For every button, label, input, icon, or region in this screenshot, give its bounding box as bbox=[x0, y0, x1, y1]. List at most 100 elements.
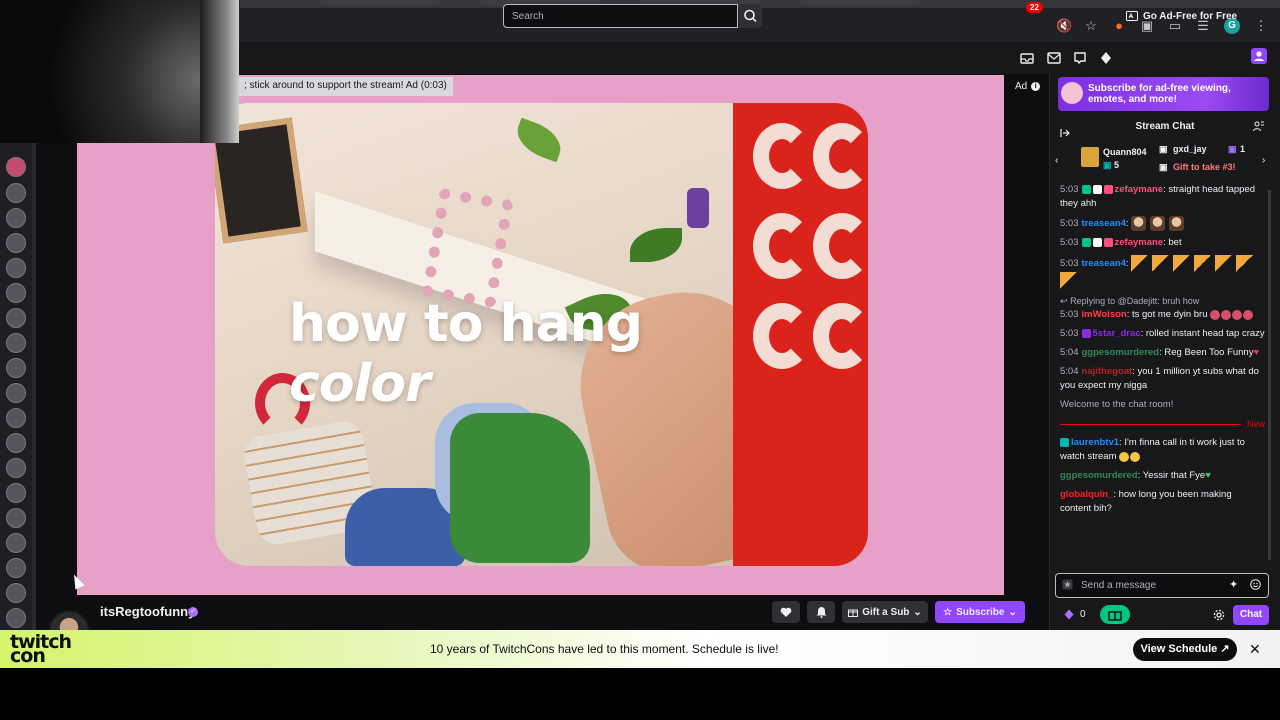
channel-avatar[interactable] bbox=[6, 608, 26, 628]
chat-message: 5:03 treasean4: bbox=[1060, 255, 1265, 290]
face-emote-icon bbox=[1131, 216, 1147, 231]
chat-message: ↩ Replying to @Dadejitt: bruh how 5:03 im… bbox=[1060, 294, 1265, 322]
channel-avatar[interactable] bbox=[6, 183, 26, 203]
hype-icon[interactable]: ✦ bbox=[1229, 578, 1238, 591]
gift-cta-icon: ▣ bbox=[1159, 162, 1168, 172]
message-user[interactable]: ggpesomurdered bbox=[1082, 347, 1160, 358]
chat-scrollbar[interactable] bbox=[1268, 190, 1271, 560]
chat-send-button[interactable]: Chat bbox=[1233, 605, 1269, 625]
message-time: 5:03 bbox=[1060, 258, 1079, 270]
chat-message-list[interactable]: 5:03 zefaymane: straight head tapped they… bbox=[1060, 183, 1265, 568]
gift-a-sub-button[interactable]: Gift a Sub ⌄ bbox=[842, 601, 928, 623]
channel-points-count: 0 bbox=[1080, 609, 1086, 620]
channel-avatar[interactable] bbox=[6, 458, 26, 478]
inbox-icon[interactable] bbox=[1020, 51, 1034, 65]
message-user[interactable]: globalquin_ bbox=[1060, 489, 1113, 500]
channel-avatar[interactable] bbox=[6, 483, 26, 503]
chat-bubble-icon[interactable] bbox=[1073, 51, 1087, 65]
channel-avatar[interactable] bbox=[6, 233, 26, 253]
channel-avatar[interactable] bbox=[6, 533, 26, 553]
channel-avatar[interactable] bbox=[6, 383, 26, 403]
gift-cta[interactable]: Gift to take #3! bbox=[1173, 162, 1236, 172]
chat-message: 5:03 5star_drac: rolled instant head tap … bbox=[1060, 327, 1265, 341]
emote-picker-icon[interactable] bbox=[1250, 579, 1261, 590]
green-knit bbox=[450, 413, 590, 563]
channel-avatar[interactable] bbox=[6, 583, 26, 603]
gift-icon bbox=[848, 609, 859, 617]
message-text: : Reg Been Too Funny bbox=[1159, 347, 1254, 359]
channel-avatar[interactable] bbox=[6, 408, 26, 428]
bell-icon bbox=[816, 607, 826, 618]
view-schedule-button[interactable]: View Schedule ↗ bbox=[1133, 638, 1237, 661]
promo-text: Subscribe for ad-free viewing, emotes, a… bbox=[1088, 83, 1231, 105]
reply-context[interactable]: ↩ Replying to @Dadejitt: bruh how bbox=[1060, 294, 1265, 308]
close-icon[interactable]: ✕ bbox=[1249, 641, 1261, 658]
bookmark-star-icon[interactable]: ☆ bbox=[1084, 19, 1098, 33]
channel-avatar[interactable] bbox=[6, 508, 26, 528]
pizza-emote-icon bbox=[1194, 255, 1212, 273]
message-text: : rolled instant head tap crazy bbox=[1140, 328, 1265, 340]
channel-avatar[interactable] bbox=[6, 208, 26, 228]
webcam-highlight bbox=[200, 0, 239, 143]
search-button[interactable] bbox=[739, 4, 762, 28]
face-emote-icon bbox=[1169, 216, 1185, 231]
webcam-overlay bbox=[0, 0, 239, 143]
message-time: 5:04 bbox=[1060, 366, 1079, 378]
badge-icon bbox=[1103, 184, 1113, 194]
message-user[interactable]: imWoison bbox=[1082, 309, 1127, 320]
message-user[interactable]: 5star_drac bbox=[1093, 328, 1141, 339]
message-user[interactable]: ggpesomurdered bbox=[1060, 470, 1138, 481]
chevron-right-icon[interactable]: › bbox=[1262, 155, 1265, 166]
crown-icon[interactable] bbox=[1099, 51, 1113, 65]
chat-message: 5:04 ggpesomurdered: Reg Been Too Funny♥ bbox=[1060, 346, 1265, 360]
chat-message: ggpesomurdered: Yessir that Fye♥ bbox=[1060, 469, 1265, 483]
info-icon[interactable]: i bbox=[1031, 82, 1041, 91]
user-menu-icon[interactable] bbox=[1251, 48, 1267, 64]
chat-settings-gear-icon[interactable] bbox=[1213, 609, 1225, 621]
follow-heart-button[interactable] bbox=[772, 601, 800, 623]
channel-avatar[interactable] bbox=[6, 283, 26, 303]
gift-icon: ▣ bbox=[1159, 144, 1168, 154]
channel-avatar[interactable] bbox=[6, 308, 26, 328]
video-title-part2: color bbox=[289, 354, 431, 414]
channel-avatar[interactable] bbox=[6, 157, 26, 177]
channel-avatar[interactable] bbox=[6, 433, 26, 453]
chevron-left-icon[interactable]: ‹ bbox=[1055, 155, 1058, 166]
message-time: 5:03 bbox=[1060, 328, 1079, 340]
reply-icon: ↩ bbox=[1060, 296, 1068, 307]
message-user[interactable]: treasean4 bbox=[1082, 218, 1126, 229]
subscribe-button[interactable]: ☆ Subscribe ⌄ bbox=[935, 601, 1025, 623]
browser-tab[interactable] bbox=[800, 0, 920, 6]
message-user[interactable]: najithegoat bbox=[1082, 366, 1133, 377]
twitchcon-logo[interactable]: twitch con bbox=[10, 633, 72, 666]
channel-avatar[interactable] bbox=[6, 258, 26, 278]
community-icon[interactable] bbox=[1253, 120, 1265, 132]
message-user[interactable]: treasean4 bbox=[1082, 258, 1126, 269]
chevron-down-icon: ⌄ bbox=[913, 606, 922, 618]
channel-name[interactable]: itsRegtoofunny bbox=[100, 604, 195, 619]
message-user[interactable]: zefaymane bbox=[1115, 184, 1164, 195]
browser-tab[interactable] bbox=[320, 0, 440, 6]
extension-icon[interactable]: ● bbox=[1112, 19, 1126, 33]
message-user[interactable]: laurenbtv1 bbox=[1071, 437, 1119, 448]
channel-avatar[interactable] bbox=[6, 558, 26, 578]
gift-user2-count-icon: ▣ bbox=[1228, 144, 1237, 154]
red-panel-curl bbox=[813, 213, 868, 279]
bits-icon[interactable] bbox=[1062, 579, 1073, 590]
notification-bell-button[interactable] bbox=[807, 601, 835, 623]
ad-indicator[interactable]: Ad i bbox=[1015, 81, 1041, 92]
channel-avatar[interactable] bbox=[6, 358, 26, 378]
video-title-text: how to hang color bbox=[289, 294, 769, 414]
search-input[interactable]: Search bbox=[503, 4, 738, 28]
message-user[interactable]: zefaymane bbox=[1115, 237, 1164, 248]
channel-avatar[interactable] bbox=[6, 333, 26, 353]
leaf bbox=[511, 117, 567, 163]
channel-points-icon[interactable] bbox=[1064, 609, 1074, 620]
purple-hook bbox=[687, 188, 709, 228]
kebab-menu-icon[interactable]: ⋮ bbox=[1254, 19, 1268, 33]
pizza-emote-icon bbox=[1236, 255, 1254, 273]
go-ad-free-button[interactable]: Go Ad-Free for Free bbox=[1126, 8, 1237, 24]
mute-icon[interactable]: 🔇 bbox=[1056, 19, 1072, 33]
whispers-icon[interactable] bbox=[1047, 51, 1061, 65]
new-label: New bbox=[1246, 419, 1265, 430]
